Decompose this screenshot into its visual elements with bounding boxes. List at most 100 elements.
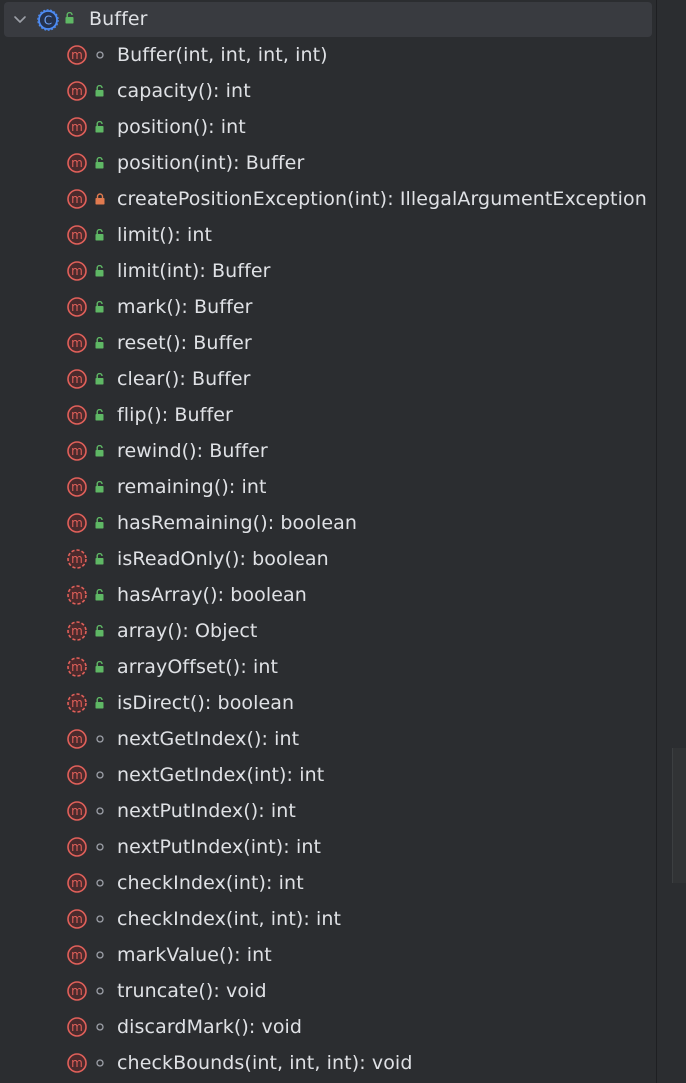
method-signature-label: nextPutIndex(int): int xyxy=(117,836,322,858)
svg-text:m: m xyxy=(71,804,83,818)
package-dot-icon xyxy=(96,807,104,815)
svg-text:m: m xyxy=(71,588,83,602)
package-dot-icon xyxy=(96,987,104,995)
tree-node-method[interactable]: m checkIndex(int): int xyxy=(0,865,656,901)
tree-node-method[interactable]: m limit(int): Buffer xyxy=(0,253,656,289)
method-signature-label: position(): int xyxy=(117,116,246,138)
method-icon: m xyxy=(67,1053,87,1073)
svg-text:m: m xyxy=(71,228,83,242)
public-lock-open-icon xyxy=(95,589,104,601)
method-signature-label: limit(): int xyxy=(117,224,213,246)
method-signature-label: truncate(): void xyxy=(117,980,267,1002)
svg-text:m: m xyxy=(71,768,83,782)
method-icon: m xyxy=(67,513,87,533)
public-lock-open-icon xyxy=(95,301,104,313)
svg-text:m: m xyxy=(71,156,83,170)
svg-text:m: m xyxy=(71,84,83,98)
method-signature-label: reset(): Buffer xyxy=(117,332,252,354)
method-signature-label: nextGetIndex(): int xyxy=(117,728,300,750)
method-icon: m xyxy=(67,405,87,425)
public-lock-open-icon xyxy=(95,373,104,385)
svg-text:m: m xyxy=(71,948,83,962)
tree-node-method[interactable]: m hasArray(): boolean xyxy=(0,577,656,613)
public-lock-open-icon xyxy=(95,157,104,169)
tree-node-method[interactable]: m checkIndex(int, int): int xyxy=(0,901,656,937)
method-icon: m xyxy=(67,333,87,353)
tree-node-method[interactable]: m hasRemaining(): boolean xyxy=(0,505,656,541)
svg-text:m: m xyxy=(71,408,83,422)
tree-node-method[interactable]: m nextPutIndex(): int xyxy=(0,793,656,829)
tree-node-method[interactable]: m discardMark(): void xyxy=(0,1009,656,1045)
public-lock-open-icon xyxy=(95,409,104,421)
tree-node-method[interactable]: m capacity(): int xyxy=(0,73,656,109)
tree-node-method[interactable]: m nextGetIndex(): int xyxy=(0,721,656,757)
svg-text:m: m xyxy=(71,372,83,386)
private-lock-icon xyxy=(95,193,105,205)
method-signature-label: mark(): Buffer xyxy=(117,296,253,318)
method-icon: m xyxy=(67,765,87,785)
package-dot-icon xyxy=(96,843,104,851)
tree-node-method[interactable]: m clear(): Buffer xyxy=(0,361,656,397)
method-signature-label: flip(): Buffer xyxy=(117,404,233,426)
public-lock-open-icon xyxy=(95,517,104,529)
tree-node-method[interactable]: m isDirect(): boolean xyxy=(0,685,656,721)
method-signature-label: rewind(): Buffer xyxy=(117,440,268,462)
method-icon: m xyxy=(67,801,87,821)
tree-node-method[interactable]: m position(int): Buffer xyxy=(0,145,656,181)
package-dot-icon xyxy=(96,51,104,59)
method-icon: m xyxy=(67,45,87,65)
package-dot-icon xyxy=(96,879,104,887)
public-lock-open-icon xyxy=(95,481,104,493)
svg-text:m: m xyxy=(71,192,83,206)
tree-node-method[interactable]: m createPositionException(int): IllegalAr… xyxy=(0,181,656,217)
tree-node-method[interactable]: m Buffer(int, int, int, int) xyxy=(0,37,656,73)
tree-node-method[interactable]: m position(): int xyxy=(0,109,656,145)
method-signature-label: nextGetIndex(int): int xyxy=(117,764,325,786)
public-lock-open-icon xyxy=(95,337,104,349)
svg-text:m: m xyxy=(71,120,83,134)
tree-node-method[interactable]: m markValue(): int xyxy=(0,937,656,973)
tree-node-method[interactable]: m nextGetIndex(int): int xyxy=(0,757,656,793)
chevron-down-icon[interactable] xyxy=(13,12,27,26)
public-lock-open-icon xyxy=(95,229,104,241)
svg-text:m: m xyxy=(71,876,83,890)
svg-text:m: m xyxy=(71,300,83,314)
tree-node-class[interactable]: C Buffer xyxy=(4,2,652,37)
tree-node-method[interactable]: m reset(): Buffer xyxy=(0,325,656,361)
tree-node-method[interactable]: m mark(): Buffer xyxy=(0,289,656,325)
tree-node-method[interactable]: m rewind(): Buffer xyxy=(0,433,656,469)
scrollbar-thumb[interactable] xyxy=(672,748,686,883)
public-lock-open-icon xyxy=(95,553,104,565)
method-icon: m xyxy=(67,153,87,173)
package-dot-icon xyxy=(96,951,104,959)
tree-node-method[interactable]: m limit(): int xyxy=(0,217,656,253)
structure-panel: C Buffer m Buffer(int, int, int, int) m cap… xyxy=(0,0,686,1083)
tree-node-method[interactable]: m flip(): Buffer xyxy=(0,397,656,433)
scrollbar-track[interactable] xyxy=(656,0,670,1083)
svg-text:m: m xyxy=(71,660,83,674)
method-signature-label: discardMark(): void xyxy=(117,1016,303,1038)
tree-node-method[interactable]: m checkBounds(int, int, int): void xyxy=(0,1045,656,1081)
tree-node-method[interactable]: m truncate(): void xyxy=(0,973,656,1009)
tree-node-method[interactable]: m nextPutIndex(int): int xyxy=(0,829,656,865)
method-icon: m xyxy=(67,477,87,497)
tree-node-method[interactable]: m array(): Object xyxy=(0,613,656,649)
method-icon: m xyxy=(67,81,87,101)
method-signature-label: position(int): Buffer xyxy=(117,152,305,174)
tree-node-method[interactable]: m arrayOffset(): int xyxy=(0,649,656,685)
abstract-method-icon: m xyxy=(67,585,87,605)
method-icon: m xyxy=(67,945,87,965)
public-lock-open-icon xyxy=(95,121,104,133)
public-lock-open-icon xyxy=(65,12,74,24)
svg-text:C: C xyxy=(44,13,52,27)
method-signature-label: isDirect(): boolean xyxy=(117,692,295,714)
abstract-method-icon: m xyxy=(67,657,87,677)
method-signature-label: hasArray(): boolean xyxy=(117,584,307,606)
svg-text:m: m xyxy=(71,444,83,458)
method-icon: m xyxy=(67,117,87,137)
svg-text:m: m xyxy=(71,336,83,350)
method-icon: m xyxy=(67,369,87,389)
public-lock-open-icon xyxy=(95,697,104,709)
tree-node-method[interactable]: m isReadOnly(): boolean xyxy=(0,541,656,577)
tree-node-method[interactable]: m remaining(): int xyxy=(0,469,656,505)
